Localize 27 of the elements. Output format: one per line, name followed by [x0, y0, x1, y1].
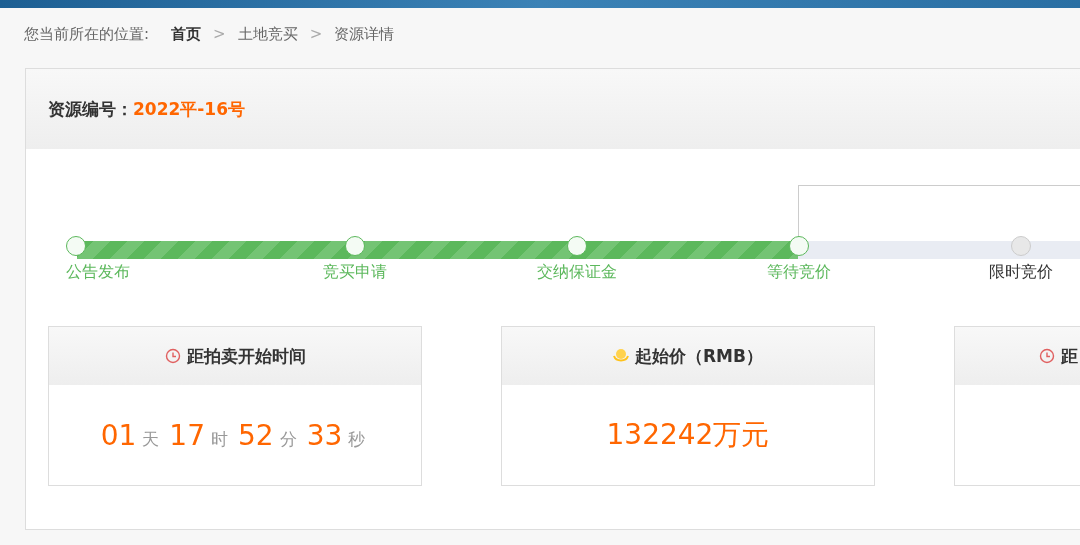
resource-label: 资源编号：	[48, 97, 133, 121]
step-label: 交纳保证金	[537, 262, 617, 283]
clock-icon	[164, 348, 181, 364]
resource-number: 2022平-16号	[133, 97, 246, 121]
step-label: 竞买申请	[323, 262, 387, 283]
countdown-number: 17	[169, 418, 205, 452]
card-title: 距拍卖开始时间	[186, 344, 306, 368]
breadcrumb-label: 您当前所在的位置:	[24, 24, 150, 44]
breadcrumb-link[interactable]: 资源详情	[334, 24, 395, 44]
step-label: 公告发布	[66, 262, 130, 283]
countdown-number: 33	[306, 418, 343, 452]
step-label: 等待竞价	[767, 262, 831, 283]
card-title: 距	[1061, 344, 1078, 368]
clock-icon	[1039, 348, 1055, 364]
time-unit: 秒	[348, 428, 366, 451]
countdown-number: 01	[100, 418, 137, 452]
card-title: 起始价（RMB）	[635, 344, 763, 368]
breadcrumb-separator: >	[309, 25, 323, 43]
breadcrumb-separator: >	[213, 25, 226, 43]
step-label: 限时竞价	[989, 262, 1053, 283]
countdown-number: 52	[238, 418, 274, 452]
breadcrumb-link[interactable]: 土地竞买	[237, 24, 298, 44]
price-value: 132242万元	[606, 417, 770, 453]
time-unit: 时	[211, 428, 228, 451]
time-unit: 天	[142, 428, 160, 451]
time-unit: 分	[279, 428, 297, 451]
breadcrumb-link[interactable]: 首页	[171, 24, 202, 44]
